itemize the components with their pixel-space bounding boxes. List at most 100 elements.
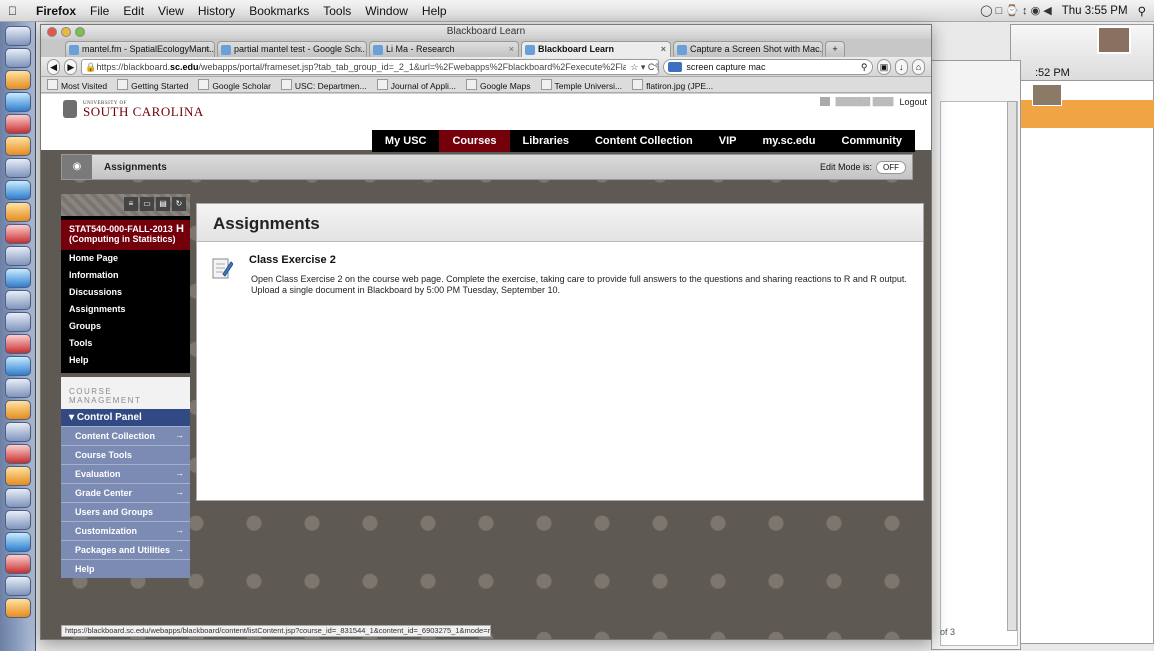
- close-icon[interactable]: ×: [509, 42, 514, 57]
- search-engine-icon[interactable]: [668, 61, 683, 72]
- new-tab-button[interactable]: +: [825, 41, 845, 57]
- menu-tools[interactable]: Tools: [323, 4, 351, 18]
- dock-app-icon[interactable]: [4, 202, 31, 222]
- cp-evaluation[interactable]: Evaluation →: [61, 464, 190, 483]
- url-bar[interactable]: 🔒 https://blackboard.sc.edu/webapps/port…: [81, 58, 660, 75]
- search-input[interactable]: screen capture mac: [686, 62, 765, 72]
- dock-app-icon[interactable]: [4, 70, 31, 90]
- bookmark-item[interactable]: flatiron.jpg (JPE...: [632, 79, 713, 91]
- close-icon[interactable]: ×: [661, 42, 666, 57]
- logout-link[interactable]: Logout: [899, 97, 927, 107]
- search-bar[interactable]: screen capture mac ⚲: [663, 58, 874, 75]
- dock-app-icon[interactable]: [4, 554, 31, 574]
- dock-app-icon[interactable]: [4, 510, 31, 530]
- tab-blackboard-learn[interactable]: Blackboard Learn ×: [521, 41, 671, 57]
- user-name-redacted[interactable]: ▇▇▇▇▇ ▇▇▇: [836, 96, 894, 107]
- menu-help[interactable]: Help: [422, 4, 447, 18]
- menu-window[interactable]: Window: [365, 4, 408, 18]
- status-icons[interactable]: ◯ □ ⌚ ↕ ◉ ◀: [980, 4, 1052, 17]
- nav-community[interactable]: Community: [829, 130, 916, 152]
- dock-app-icon[interactable]: [4, 488, 31, 508]
- course-menu-toggle-icon[interactable]: ◉: [62, 155, 92, 179]
- cp-course-tools[interactable]: Course Tools: [61, 445, 190, 464]
- close-icon[interactable]: ×: [813, 42, 818, 57]
- menu-history[interactable]: History: [198, 4, 235, 18]
- menubar-clock[interactable]: Thu 3:55 PM: [1062, 5, 1128, 17]
- menu-bookmarks[interactable]: Bookmarks: [249, 4, 309, 18]
- menu-view[interactable]: View: [158, 4, 184, 18]
- background-document-window[interactable]: of 3: [931, 60, 1021, 650]
- dock-app-icon[interactable]: [4, 334, 31, 354]
- photo-thumbnail[interactable]: [1032, 84, 1062, 106]
- bookmark-item[interactable]: Most Visited: [47, 79, 107, 91]
- close-icon[interactable]: ×: [205, 42, 210, 57]
- back-button[interactable]: ◀: [47, 58, 61, 75]
- bookmark-item[interactable]: Google Maps: [466, 79, 531, 91]
- dock-app-icon[interactable]: [4, 466, 31, 486]
- cp-grade-center[interactable]: Grade Center →: [61, 483, 190, 502]
- page-menu-button[interactable]: ▣: [877, 58, 891, 75]
- cp-content-collection[interactable]: Content Collection →: [61, 426, 190, 445]
- menu-app-firefox[interactable]: Firefox: [36, 4, 76, 18]
- downloads-button[interactable]: ↓: [894, 58, 908, 75]
- cp-packages-and-utilities[interactable]: Packages and Utilities →: [61, 540, 190, 559]
- dock-app-icon[interactable]: [4, 422, 31, 442]
- tab-li-ma-research[interactable]: Li Ma - Research ×: [369, 41, 519, 57]
- bookmark-item[interactable]: Temple Universi...: [541, 79, 623, 91]
- dock-app-icon[interactable]: [4, 48, 31, 68]
- course-link-home-page[interactable]: Home Page: [61, 250, 190, 267]
- dock-app-icon[interactable]: [4, 290, 31, 310]
- course-link-information[interactable]: Information: [61, 267, 190, 284]
- tab-screen-shot[interactable]: Capture a Screen Shot with Mac... ×: [673, 41, 823, 57]
- close-icon[interactable]: ×: [357, 42, 362, 57]
- search-icon[interactable]: ⚲: [861, 60, 868, 74]
- dock-app-icon[interactable]: [4, 26, 31, 46]
- course-title[interactable]: STAT540-000-FALL-2013 (Computing in Stat…: [61, 220, 190, 250]
- dock-app-icon[interactable]: [4, 356, 31, 376]
- assignment-title-link[interactable]: Class Exercise 2: [249, 254, 923, 266]
- window-titlebar[interactable]: Blackboard Learn: [41, 25, 931, 39]
- reload-icon[interactable]: ☆ ▾ C: [626, 59, 655, 74]
- folder-view-icon[interactable]: ▭: [140, 197, 154, 211]
- home-button[interactable]: ⌂: [911, 58, 926, 75]
- usc-logo[interactable]: UNIVERSITY OF SOUTH CAROLINA: [63, 100, 204, 118]
- course-link-groups[interactable]: Groups: [61, 318, 190, 335]
- dock-app-icon[interactable]: [4, 158, 31, 178]
- close-window-button[interactable]: [47, 27, 57, 37]
- tab-mantel[interactable]: mantel.fm - SpatialEcologyMant... ×: [65, 41, 215, 57]
- forward-button[interactable]: ▶: [64, 58, 78, 75]
- apple-icon[interactable]: : [8, 4, 22, 18]
- window-icon[interactable]: ▤: [156, 197, 170, 211]
- nav-my-usc[interactable]: My USC: [372, 130, 440, 152]
- dock-app-icon[interactable]: [4, 224, 31, 244]
- dock-app-icon[interactable]: [4, 532, 31, 552]
- zoom-window-button[interactable]: [75, 27, 85, 37]
- dock-app-icon[interactable]: [4, 246, 31, 266]
- dock-app-icon[interactable]: [4, 268, 31, 288]
- bookmark-item[interactable]: Journal of Appli...: [377, 79, 456, 91]
- course-link-help[interactable]: Help: [61, 352, 190, 369]
- menu-file[interactable]: File: [90, 4, 109, 18]
- refresh-icon[interactable]: ↻: [172, 197, 186, 211]
- course-link-tools[interactable]: Tools: [61, 335, 190, 352]
- edit-mode-toggle[interactable]: OFF: [876, 160, 906, 174]
- bookmark-item[interactable]: USC: Departmen...: [281, 79, 367, 91]
- course-link-discussions[interactable]: Discussions: [61, 284, 190, 301]
- cp-customization[interactable]: Customization →: [61, 521, 190, 540]
- dock-app-icon[interactable]: [4, 180, 31, 200]
- bookmark-item[interactable]: Getting Started: [117, 79, 188, 91]
- home-icon[interactable]: H: [176, 224, 184, 235]
- spotlight-icon[interactable]: ⚲: [1138, 4, 1146, 18]
- dock-app-icon[interactable]: [4, 136, 31, 156]
- dock-app-icon[interactable]: [4, 576, 31, 596]
- dock-app-icon[interactable]: [4, 378, 31, 398]
- cp-users-and-groups[interactable]: Users and Groups: [61, 502, 190, 521]
- tab-google-scholar[interactable]: partial mantel test - Google Sch... ×: [217, 41, 367, 57]
- cp-help[interactable]: Help: [61, 559, 190, 578]
- nav-libraries[interactable]: Libraries: [510, 130, 582, 152]
- background-window[interactable]: :52 PM: [1010, 24, 1154, 644]
- dock-app-icon[interactable]: [4, 444, 31, 464]
- list-view-icon[interactable]: ≡: [124, 197, 138, 211]
- document-scrollbar[interactable]: [1007, 101, 1017, 631]
- menu-edit[interactable]: Edit: [123, 4, 144, 18]
